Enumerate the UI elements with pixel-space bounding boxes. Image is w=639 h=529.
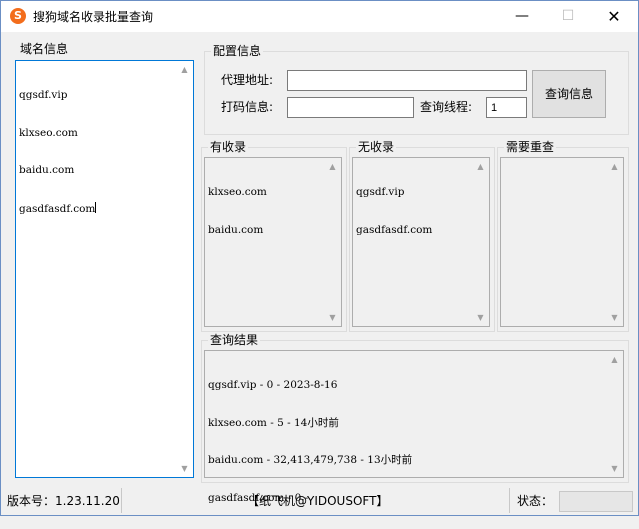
minimize-button[interactable]: — bbox=[499, 1, 545, 32]
domain-scrollbar[interactable]: ▲ ▼ bbox=[177, 62, 192, 476]
indexed-output[interactable]: klxseo.com baidu.com ▲ ▼ bbox=[204, 157, 342, 327]
scroll-down-icon[interactable]: ▼ bbox=[177, 461, 192, 476]
config-group-label: 配置信息 bbox=[211, 44, 264, 58]
scroll-up-icon[interactable]: ▲ bbox=[325, 159, 340, 174]
recheck-output[interactable]: ▲ ▼ bbox=[500, 157, 624, 327]
result-line: qgsdf.vip - 0 - 2023-8-16 bbox=[208, 379, 338, 391]
scroll-up-icon[interactable]: ▲ bbox=[177, 62, 192, 77]
window-title: 搜狗域名收录批量查询 bbox=[33, 10, 154, 24]
not-indexed-scrollbar[interactable]: ▲ ▼ bbox=[473, 159, 488, 325]
proxy-label: 代理地址: bbox=[221, 73, 274, 87]
scroll-down-icon[interactable]: ▼ bbox=[473, 310, 488, 325]
app-window: S 搜狗域名收录批量查询 — ☐ ✕ 域名信息 qgsdf.vip klxseo… bbox=[0, 0, 639, 516]
not-indexed-line: gasdfasdf.com bbox=[356, 223, 433, 236]
indexed-line: baidu.com bbox=[208, 223, 264, 236]
captcha-label: 打码信息: bbox=[221, 100, 274, 114]
status-field bbox=[559, 491, 633, 512]
domain-line: qgsdf.vip bbox=[19, 89, 68, 101]
sogou-logo-icon: S bbox=[10, 8, 26, 24]
scroll-up-icon[interactable]: ▲ bbox=[607, 159, 622, 174]
captcha-input[interactable] bbox=[287, 97, 414, 118]
threads-label: 查询线程: bbox=[420, 100, 473, 114]
status-bar: 版本号：1.23.11.20 【纸飞机@YIDOUSOFT】 状态： bbox=[1, 486, 638, 515]
scroll-down-icon[interactable]: ▼ bbox=[607, 310, 622, 325]
scroll-down-icon[interactable]: ▼ bbox=[607, 461, 622, 476]
status-divider bbox=[509, 488, 510, 513]
scroll-up-icon[interactable]: ▲ bbox=[473, 159, 488, 174]
scroll-up-icon[interactable]: ▲ bbox=[607, 352, 622, 367]
credit-text: 【纸飞机@YIDOUSOFT】 bbox=[247, 494, 389, 508]
domain-line: baidu.com bbox=[19, 164, 75, 176]
status-divider bbox=[121, 488, 122, 513]
results-group-label: 查询结果 bbox=[208, 333, 261, 347]
domain-line: gasdfasdf.com bbox=[19, 201, 97, 216]
recheck-group-label: 需要重查 bbox=[504, 140, 557, 154]
domain-line-text: gasdfasdf.com bbox=[19, 202, 96, 215]
scroll-down-icon[interactable]: ▼ bbox=[325, 310, 340, 325]
status-label: 状态： bbox=[517, 494, 554, 508]
domain-line: klxseo.com bbox=[19, 126, 78, 139]
not-indexed-output[interactable]: qgsdf.vip gasdfasdf.com ▲ ▼ bbox=[352, 157, 490, 327]
not-indexed-lines: qgsdf.vip gasdfasdf.com bbox=[356, 161, 432, 261]
maximize-button[interactable]: ☐ bbox=[545, 1, 591, 32]
results-scrollbar[interactable]: ▲ ▼ bbox=[607, 352, 622, 476]
title-bar[interactable]: S 搜狗域名收录批量查询 — ☐ ✕ bbox=[1, 1, 638, 32]
result-line: baidu.com - 32,413,479,738 - 13小时前 bbox=[208, 454, 413, 466]
result-line: klxseo.com - 5 - 14小时前 bbox=[208, 416, 339, 429]
proxy-input[interactable] bbox=[287, 70, 527, 91]
domain-group-label: 域名信息 bbox=[18, 42, 71, 56]
not-indexed-line: qgsdf.vip bbox=[356, 186, 405, 198]
recheck-scrollbar[interactable]: ▲ ▼ bbox=[607, 159, 622, 325]
domain-input[interactable]: qgsdf.vip klxseo.com baidu.com gasdfasdf… bbox=[15, 60, 194, 478]
not-indexed-group-label: 无收录 bbox=[356, 140, 397, 154]
threads-input[interactable] bbox=[486, 97, 527, 118]
indexed-group-label: 有收录 bbox=[208, 140, 249, 154]
indexed-line: klxseo.com bbox=[208, 186, 267, 198]
version-text: 版本号：1.23.11.20 bbox=[7, 494, 120, 508]
indexed-scrollbar[interactable]: ▲ ▼ bbox=[325, 159, 340, 325]
results-output[interactable]: qgsdf.vip - 0 - 2023-8-16 klxseo.com - 5… bbox=[204, 350, 624, 504]
domain-lines: qgsdf.vip klxseo.com baidu.com gasdfasdf… bbox=[19, 64, 97, 240]
text-caret bbox=[95, 201, 97, 213]
query-button[interactable]: 查询信息 bbox=[532, 70, 606, 118]
close-button[interactable]: ✕ bbox=[591, 1, 637, 32]
indexed-lines: klxseo.com baidu.com bbox=[208, 161, 267, 261]
